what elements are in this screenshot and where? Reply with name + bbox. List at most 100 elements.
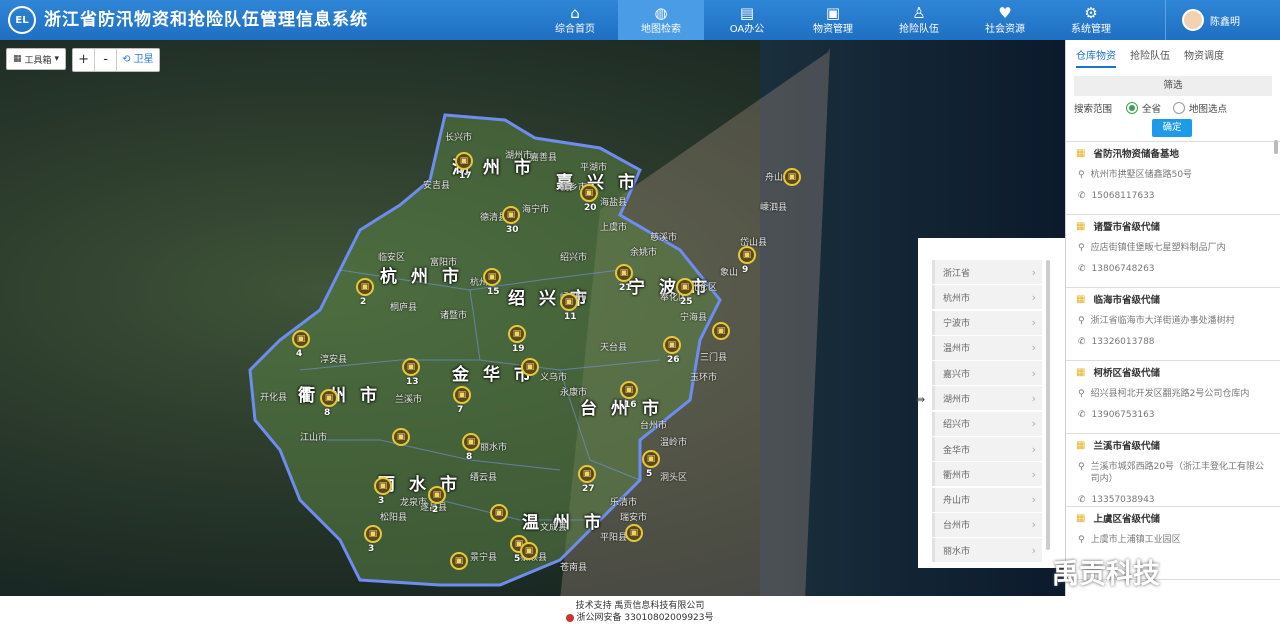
icp-record[interactable]: 浙公网安备 33010802009923号 [576,613,713,623]
avatar[interactable] [1182,9,1204,31]
warehouse-marker-icon[interactable]: ▣ [490,504,508,522]
warehouse-marker-icon[interactable]: ▣ [453,386,471,404]
warehouse-marker-icon[interactable]: ▣ [320,389,338,407]
depot-item[interactable]: ▦ 兰溪市省级代储 ⚲ 兰溪市城郊西路20号（浙江丰登化工有限公司内） ✆ 1335703… [1066,434,1280,507]
user-menu[interactable]: 陈鑫明 [1165,0,1280,40]
warehouse-marker-icon[interactable]: ▣ [356,278,374,296]
tab-1[interactable]: 抢险队伍 [1130,47,1170,68]
map-county-label: 湖州市 [505,151,533,161]
scope-province-radio[interactable] [1126,102,1139,114]
warehouse-marker-icon[interactable]: ▣ [783,168,801,186]
nav-item-0[interactable]: ⌂ 综合首页 [532,0,618,40]
warehouse-marker-icon[interactable]: ▣ [712,322,730,340]
chevron-right-icon: › [1031,341,1036,355]
warehouse-marker-icon[interactable]: ▣ [578,465,596,483]
warehouse-marker-icon[interactable]: ▣ [520,542,538,560]
warehouse-marker-icon[interactable]: ▣ [508,325,526,343]
city-list-item[interactable]: 温州市 › [932,335,1042,360]
home-icon: ⌂ [570,4,580,22]
depot-item[interactable]: ▦ 省防汛物资储备基地 ⚲ 杭州市拱墅区储鑫路50号 ✆ 15068117633 [1066,142,1280,215]
depot-name[interactable]: 柯桥区省级代储 [1093,365,1160,379]
depot-item[interactable]: ▦ 柯桥区省级代储 ⚲ 绍兴县柯北开发区翻兆路2号公司仓库内 ✆ 13906753163 [1066,361,1280,434]
phone-icon: ✆ [1078,337,1086,347]
nav-item-5[interactable]: ♥ 社会资源 [962,0,1048,40]
warehouse-marker-icon[interactable]: ▣ [483,268,501,286]
city-list-item[interactable]: 杭州市 › [932,285,1042,310]
phone-icon: ✆ [1078,410,1086,420]
city-list-item[interactable]: 嘉兴市 › [932,361,1042,386]
tech-support: 技术支持 禹贡信息科技有限公司 [575,601,705,611]
map-county-label: 江山市 [300,433,328,443]
panel-collapse-icon[interactable]: ⇛ [916,393,930,409]
depot-name[interactable]: 诸暨市省级代储 [1093,219,1160,233]
chevron-right-icon: › [1031,417,1036,431]
city-list-item[interactable]: 衢州市 › [932,462,1042,487]
warehouse-marker-icon[interactable]: ▣ [428,486,446,504]
city-list-item[interactable]: 浙江省 › [932,260,1042,284]
caret-down-icon: ▾ [54,54,60,64]
satellite-toggle[interactable]: ⟲ 卫星 [117,49,159,71]
warehouse-marker-icon[interactable]: ▣ [580,184,598,202]
marker-count: 25 [680,297,693,307]
depot-item[interactable]: ▦ 临海市省级代储 ⚲ 浙江省临海市大洋街道办事处潘树村 ✆ 13326013788 [1066,288,1280,361]
zoom-out-button[interactable]: - [95,49,118,71]
briefcase-icon: ▣ [825,4,841,22]
warehouse-marker-icon[interactable]: ▣ [364,525,382,543]
tab-2[interactable]: 物资调度 [1184,47,1224,68]
warehouse-marker-icon[interactable]: ▣ [615,264,633,282]
tab-0[interactable]: 仓库物资 [1076,47,1116,68]
city-list-scrollbar[interactable] [1046,260,1050,550]
map-canvas[interactable]: ▦ 工具箱 ▾ + - ⟲ 卫星 湖州市 嘉兴市 杭州市 绍兴市 宁波市 金华市 衢州市 台州… [0,40,1065,596]
warehouse-marker-icon[interactable]: ▣ [374,477,392,495]
nav-item-6[interactable]: ⚙ 系统管理 [1048,0,1134,40]
toolbox-button[interactable]: ▦ 工具箱 ▾ [6,48,67,70]
nav-item-2[interactable]: ▤ OA办公 [704,0,790,40]
nav-item-4[interactable]: ♙ 抢险队伍 [876,0,962,40]
map-county-label: 上虞市 [600,223,628,233]
scope-map-point-radio[interactable] [1173,102,1186,114]
warehouse-marker-icon[interactable]: ▣ [455,152,473,170]
warehouse-marker-icon[interactable]: ▣ [663,336,681,354]
user-name[interactable]: 陈鑫明 [1210,13,1240,28]
city-list-item[interactable]: 绍兴市 › [932,411,1042,436]
depot-name[interactable]: 上虞区省级代储 [1093,511,1160,525]
depot-name[interactable]: 兰溪市省级代储 [1093,438,1160,452]
nav-item-3[interactable]: ▣ 物资管理 [790,0,876,40]
city-list-item[interactable]: 丽水市 › [932,538,1042,563]
city-list-item[interactable]: 舟山市 › [932,487,1042,512]
depot-item[interactable]: ▦ 诸暨市省级代储 ⚲ 应店街镇佳堡畈七星塑料制品厂内 ✆ 13806748263 [1066,215,1280,288]
warehouse-marker-icon[interactable]: ▣ [738,246,756,264]
app-title: 浙江省防汛物资和抢险队伍管理信息系统 [44,10,368,30]
confirm-button[interactable]: 确定 [1152,119,1192,137]
scope-province-label[interactable]: 全省 [1142,101,1161,115]
warehouse-icon: ▦ [1076,147,1086,159]
depot-name[interactable]: 省防汛物资储备基地 [1093,146,1179,160]
marker-count: 19 [512,344,525,354]
warehouse-marker-icon[interactable]: ▣ [462,433,480,451]
warehouse-marker-icon[interactable]: ▣ [642,450,660,468]
map-city-label: 绍兴市 [508,289,601,309]
warehouse-marker-icon[interactable]: ▣ [402,358,420,376]
warehouse-marker-icon[interactable]: ▣ [625,524,643,542]
book-icon: ▤ [739,4,755,22]
warehouse-marker-icon[interactable]: ▣ [450,552,468,570]
nav-label: 综合首页 [555,24,595,35]
warehouse-marker-icon[interactable]: ▣ [620,381,638,399]
warehouse-marker-icon[interactable]: ▣ [502,206,520,224]
nav-item-1[interactable]: ◍ 地图检索 [618,0,704,40]
warehouse-marker-icon[interactable]: ▣ [392,428,410,446]
right-panel-scrollbar[interactable] [1274,140,1278,154]
city-list-item[interactable]: 宁波市 › [932,310,1042,335]
depot-name[interactable]: 临海市省级代储 [1093,292,1160,306]
city-list-item[interactable]: 台州市 › [932,512,1042,537]
scope-map-point-label[interactable]: 地图选点 [1189,101,1227,115]
warehouse-marker-icon[interactable]: ▣ [560,293,578,311]
warehouse-marker-icon[interactable]: ▣ [521,358,539,376]
warehouse-marker-icon[interactable]: ▣ [676,278,694,296]
city-list-item[interactable]: 湖州市 › [932,386,1042,411]
zoom-in-button[interactable]: + [73,49,96,71]
depot-name-row: ▦ 柯桥区省级代储 [1076,365,1270,380]
logo: EL [8,6,36,34]
city-list-item[interactable]: 金华市 › [932,437,1042,462]
warehouse-marker-icon[interactable]: ▣ [292,330,310,348]
